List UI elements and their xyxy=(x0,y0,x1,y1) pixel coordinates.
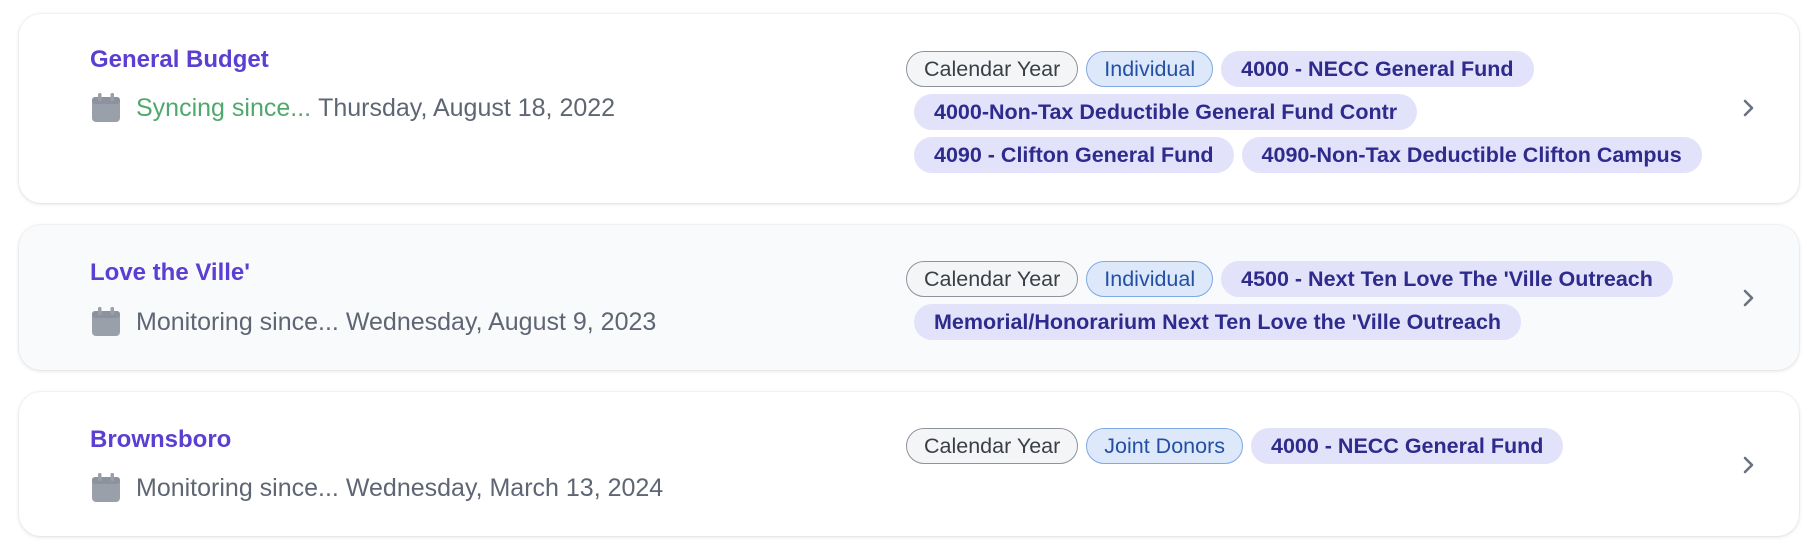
card-tags: Calendar Year Individual 4000 - NECC Gen… xyxy=(906,51,1702,180)
tag-fund: 4090-Non-Tax Deductible Clifton Campus xyxy=(1241,137,1702,173)
budget-card-general-budget[interactable]: General Budget Syncing since... Thursday… xyxy=(19,14,1799,203)
card-tags: Calendar Year Individual 4500 - Next Ten… xyxy=(906,261,1673,347)
budget-card-brownsboro[interactable]: Brownsboro Monitoring since... Wednesday… xyxy=(19,392,1799,536)
tag-fund: 4500 - Next Ten Love The 'Ville Outreach xyxy=(1221,261,1673,297)
tag-period: Calendar Year xyxy=(906,51,1079,87)
tag-donor-type: Joint Donors xyxy=(1086,428,1243,464)
budget-list: General Budget Syncing since... Thursday… xyxy=(0,0,1810,546)
calendar-icon xyxy=(92,93,120,122)
chevron-right-icon[interactable] xyxy=(1737,454,1759,476)
calendar-icon xyxy=(92,473,120,502)
monitor-status-label: Monitoring since... xyxy=(136,307,339,336)
calendar-icon xyxy=(92,307,120,336)
chevron-right-icon[interactable] xyxy=(1737,97,1759,119)
since-date: Wednesday, August 9, 2023 xyxy=(345,307,657,336)
since-date: Thursday, August 18, 2022 xyxy=(318,93,616,122)
tag-donor-type: Individual xyxy=(1086,261,1214,297)
tag-fund: Memorial/Honorarium Next Ten Love the 'V… xyxy=(914,304,1522,340)
card-title[interactable]: Love the Ville' xyxy=(90,259,250,287)
tag-fund: 4090 - Clifton General Fund xyxy=(914,137,1234,173)
card-since: Monitoring since... Wednesday, August 9,… xyxy=(90,306,656,338)
chevron-right-icon[interactable] xyxy=(1737,287,1759,309)
tag-fund: 4000-Non-Tax Deductible General Fund Con… xyxy=(914,94,1418,130)
card-title[interactable]: Brownsboro xyxy=(90,426,231,454)
tag-donor-type: Individual xyxy=(1086,51,1214,87)
sync-status-label: Syncing since... xyxy=(136,93,312,122)
card-tags: Calendar Year Joint Donors 4000 - NECC G… xyxy=(906,428,1564,471)
tag-fund: 4000 - NECC General Fund xyxy=(1221,51,1534,87)
tag-fund: 4000 - NECC General Fund xyxy=(1250,428,1564,464)
card-title[interactable]: General Budget xyxy=(90,46,269,74)
card-since: Monitoring since... Wednesday, March 13,… xyxy=(90,472,663,504)
since-date: Wednesday, March 13, 2024 xyxy=(345,473,664,502)
monitor-status-label: Monitoring since... xyxy=(136,473,339,502)
card-since: Syncing since... Thursday, August 18, 20… xyxy=(90,92,615,124)
budget-card-love-the-ville[interactable]: Love the Ville' Monitoring since... Wedn… xyxy=(19,225,1799,370)
tag-period: Calendar Year xyxy=(906,428,1079,464)
tag-period: Calendar Year xyxy=(906,261,1079,297)
